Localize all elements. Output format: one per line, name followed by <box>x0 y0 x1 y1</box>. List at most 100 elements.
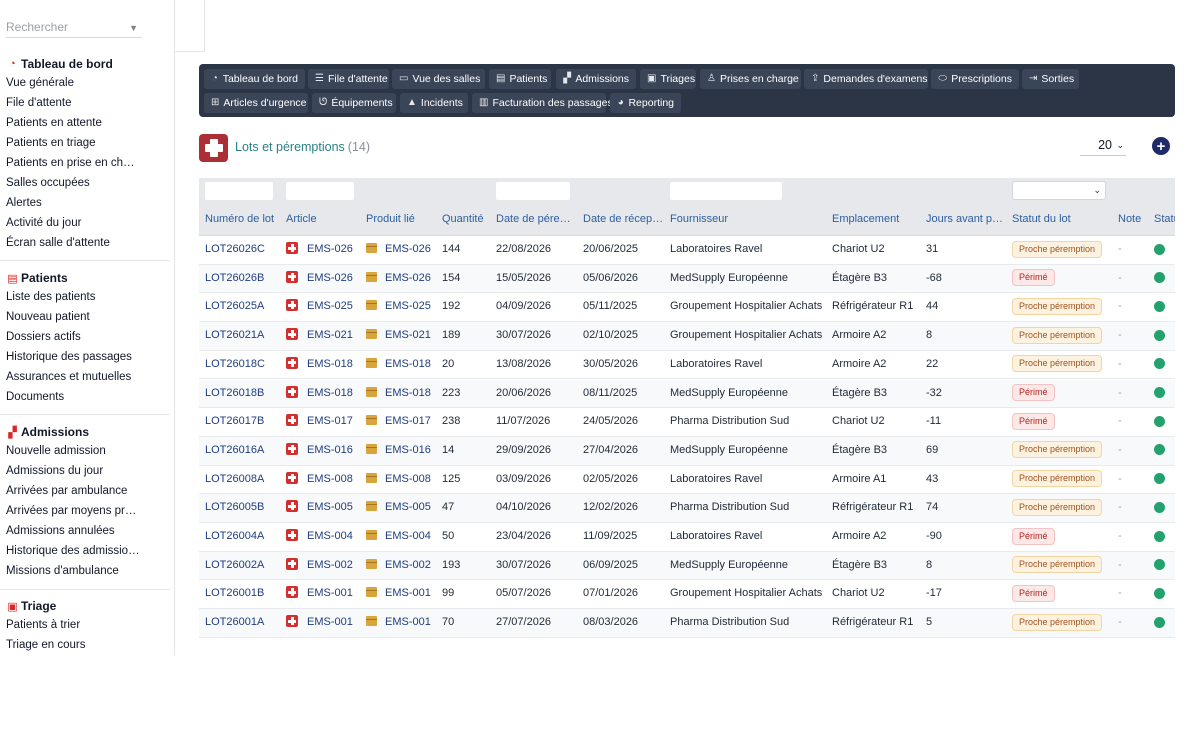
lot-number-link[interactable]: LOT26001B <box>205 580 283 608</box>
lot-number-link[interactable]: LOT26004A <box>205 523 283 551</box>
module-tab-prescriptions[interactable]: ⬭ Prescriptions <box>931 69 1019 89</box>
column-header[interactable]: Date de péremption <box>496 206 578 236</box>
module-tab-tableau-de-bord[interactable]: ◔ Tableau de bord <box>204 69 305 89</box>
lot-number-link[interactable]: LOT26018C <box>205 351 283 379</box>
column-header[interactable]: Quantité <box>442 206 492 236</box>
sidebar-item[interactable]: Activité du jour <box>0 213 140 233</box>
filter-article-input[interactable] <box>286 182 354 200</box>
article-link[interactable]: EMS-008 <box>286 466 362 494</box>
sidebar-item[interactable]: Assurances et mutuelles <box>0 367 140 387</box>
sidebar-group-title[interactable]: ◔ Tableau de bord <box>0 55 174 73</box>
table-row[interactable]: LOT26001B EMS-001 EMS-001 99 05/07/2026 07/01… <box>199 580 1175 610</box>
table-row[interactable]: LOT26021A EMS-021 EMS-021 189 30/07/2026 02/1… <box>199 322 1175 351</box>
sidebar-item[interactable]: Historique des admissions <box>0 541 140 561</box>
article-link[interactable]: EMS-004 <box>286 523 362 551</box>
sidebar-item[interactable]: Patients en prise en charge <box>0 153 140 173</box>
column-header[interactable]: Article <box>286 206 362 236</box>
module-tab--quipements[interactable]: ᘎ Équipements <box>312 93 396 113</box>
sidebar-item[interactable]: Triage en cours <box>0 635 140 655</box>
article-link[interactable]: EMS-005 <box>286 494 362 522</box>
product-link[interactable]: EMS-008 <box>366 466 438 494</box>
sidebar-item[interactable]: Salles occupées <box>0 173 140 193</box>
product-link[interactable]: EMS-016 <box>366 437 438 465</box>
lot-number-link[interactable]: LOT26002A <box>205 552 283 580</box>
column-header[interactable]: Note <box>1118 206 1148 236</box>
sidebar-item[interactable]: Arrivées par ambulance <box>0 481 140 501</box>
product-link[interactable]: EMS-026 <box>366 265 438 293</box>
lot-number-link[interactable]: LOT26021A <box>205 322 283 350</box>
product-link[interactable]: EMS-018 <box>366 380 438 408</box>
lot-number-link[interactable]: LOT26018B <box>205 380 283 408</box>
sidebar-item[interactable]: Arrivées par moyens propres <box>0 501 140 521</box>
article-link[interactable]: EMS-001 <box>286 609 362 637</box>
column-header[interactable]: Date de réception <box>583 206 665 236</box>
lot-number-link[interactable]: LOT26026B <box>205 265 283 293</box>
lot-number-link[interactable]: LOT26016A <box>205 437 283 465</box>
article-link[interactable]: EMS-002 <box>286 552 362 580</box>
table-row[interactable]: LOT26018B EMS-018 EMS-018 223 20/06/2026 08/1… <box>199 379 1175 409</box>
column-header[interactable]: Produit lié <box>366 206 438 236</box>
article-link[interactable]: EMS-018 <box>286 380 362 408</box>
column-header[interactable]: Jours avant péremption <box>926 206 1006 236</box>
product-link[interactable]: EMS-001 <box>366 580 438 608</box>
module-tab-vue-des-salles[interactable]: ▭ Vue des salles <box>392 69 485 89</box>
product-link[interactable]: EMS-004 <box>366 523 438 551</box>
product-link[interactable]: EMS-025 <box>366 293 438 321</box>
article-link[interactable]: EMS-021 <box>286 322 362 350</box>
table-row[interactable]: LOT26025A EMS-025 EMS-025 192 04/09/2026 05/1… <box>199 293 1175 323</box>
lot-number-link[interactable]: LOT26001A <box>205 609 283 637</box>
module-tab-demandes-d-examens[interactable]: ⇪ Demandes d'examens <box>804 69 928 89</box>
filter-lot-input[interactable] <box>205 182 273 200</box>
sidebar-item[interactable]: Vue générale <box>0 73 140 93</box>
sidebar-group-title[interactable]: ▤ Patients <box>0 269 174 287</box>
module-tab-patients[interactable]: ▤ Patients <box>489 69 551 89</box>
lot-number-link[interactable]: LOT26017B <box>205 408 283 436</box>
product-link[interactable]: EMS-021 <box>366 322 438 350</box>
product-link[interactable]: EMS-026 <box>366 236 438 264</box>
lot-number-link[interactable]: LOT26005B <box>205 494 283 522</box>
table-row[interactable]: LOT26016A EMS-016 EMS-016 14 29/09/2026 27/04… <box>199 436 1175 466</box>
module-tab-reporting[interactable]: ◕ Reporting <box>610 93 681 113</box>
sidebar-item[interactable]: Admissions du jour <box>0 461 140 481</box>
table-row[interactable]: LOT26018C EMS-018 EMS-018 20 13/08/2026 30/05… <box>199 351 1175 380</box>
table-row[interactable]: LOT26001A EMS-001 EMS-001 70 27/07/2026 08/03… <box>199 609 1175 638</box>
sidebar-item[interactable]: Patients à trier <box>0 615 140 635</box>
column-header[interactable]: Numéro de lot <box>205 206 283 236</box>
article-link[interactable]: EMS-026 <box>286 236 362 264</box>
module-tab-facturation-des-passages[interactable]: ▥ Facturation des passages <box>472 93 613 113</box>
search-select[interactable]: Rechercher ▼ <box>6 18 142 38</box>
sidebar-item[interactable]: Documents <box>0 387 140 407</box>
filter-statut-select[interactable]: ⌄ <box>1012 181 1106 200</box>
sidebar-item[interactable]: Admissions annulées <box>0 521 140 541</box>
module-tab-articles-d-urgence[interactable]: ⊞ Articles d'urgence <box>204 93 308 113</box>
table-row[interactable]: LOT26017B EMS-017 EMS-017 238 11/07/2026 24/0… <box>199 408 1175 437</box>
module-tab-prises-en-charge[interactable]: ♙ Prises en charge <box>700 69 801 89</box>
product-link[interactable]: EMS-002 <box>366 552 438 580</box>
filter-peremption-input[interactable] <box>496 182 570 200</box>
sidebar-group-title[interactable]: ▞ Admissions <box>0 423 174 441</box>
article-link[interactable]: EMS-026 <box>286 265 362 293</box>
add-lot-button[interactable]: + <box>1152 137 1170 155</box>
sidebar-item[interactable]: Missions d'ambulance <box>0 561 140 581</box>
table-row[interactable]: LOT26002A EMS-002 EMS-002 193 30/07/2026 06/0… <box>199 551 1175 581</box>
sidebar-item[interactable]: Nouveau patient <box>0 307 140 327</box>
lot-number-link[interactable]: LOT26008A <box>205 466 283 494</box>
product-link[interactable]: EMS-018 <box>366 351 438 379</box>
module-tab-sorties[interactable]: ⇥ Sorties <box>1022 69 1079 89</box>
sidebar-item[interactable]: Écran salle d'attente <box>0 233 140 253</box>
column-header[interactable]: Statut du lot <box>1012 206 1112 236</box>
product-link[interactable]: EMS-005 <box>366 494 438 522</box>
module-tab-file-d-attente[interactable]: ☰ File d'attente <box>308 69 389 89</box>
lot-number-link[interactable]: LOT26025A <box>205 293 283 321</box>
article-link[interactable]: EMS-025 <box>286 293 362 321</box>
module-tab-triages[interactable]: ▣ Triages <box>640 69 696 89</box>
product-link[interactable]: EMS-001 <box>366 609 438 637</box>
per-page-select[interactable]: 20 ⌄ <box>1080 136 1126 156</box>
product-link[interactable]: EMS-017 <box>366 408 438 436</box>
table-row[interactable]: LOT26005B EMS-005 EMS-005 47 04/10/2026 12/02… <box>199 494 1175 523</box>
article-link[interactable]: EMS-001 <box>286 580 362 608</box>
module-tab-admissions[interactable]: ▞ Admissions <box>556 69 636 89</box>
table-row[interactable]: LOT26026C EMS-026 EMS-026 144 22/08/2026 20/0… <box>199 236 1175 265</box>
column-header[interactable]: Emplacement <box>832 206 922 236</box>
sidebar-item[interactable]: File d'attente <box>0 93 140 113</box>
